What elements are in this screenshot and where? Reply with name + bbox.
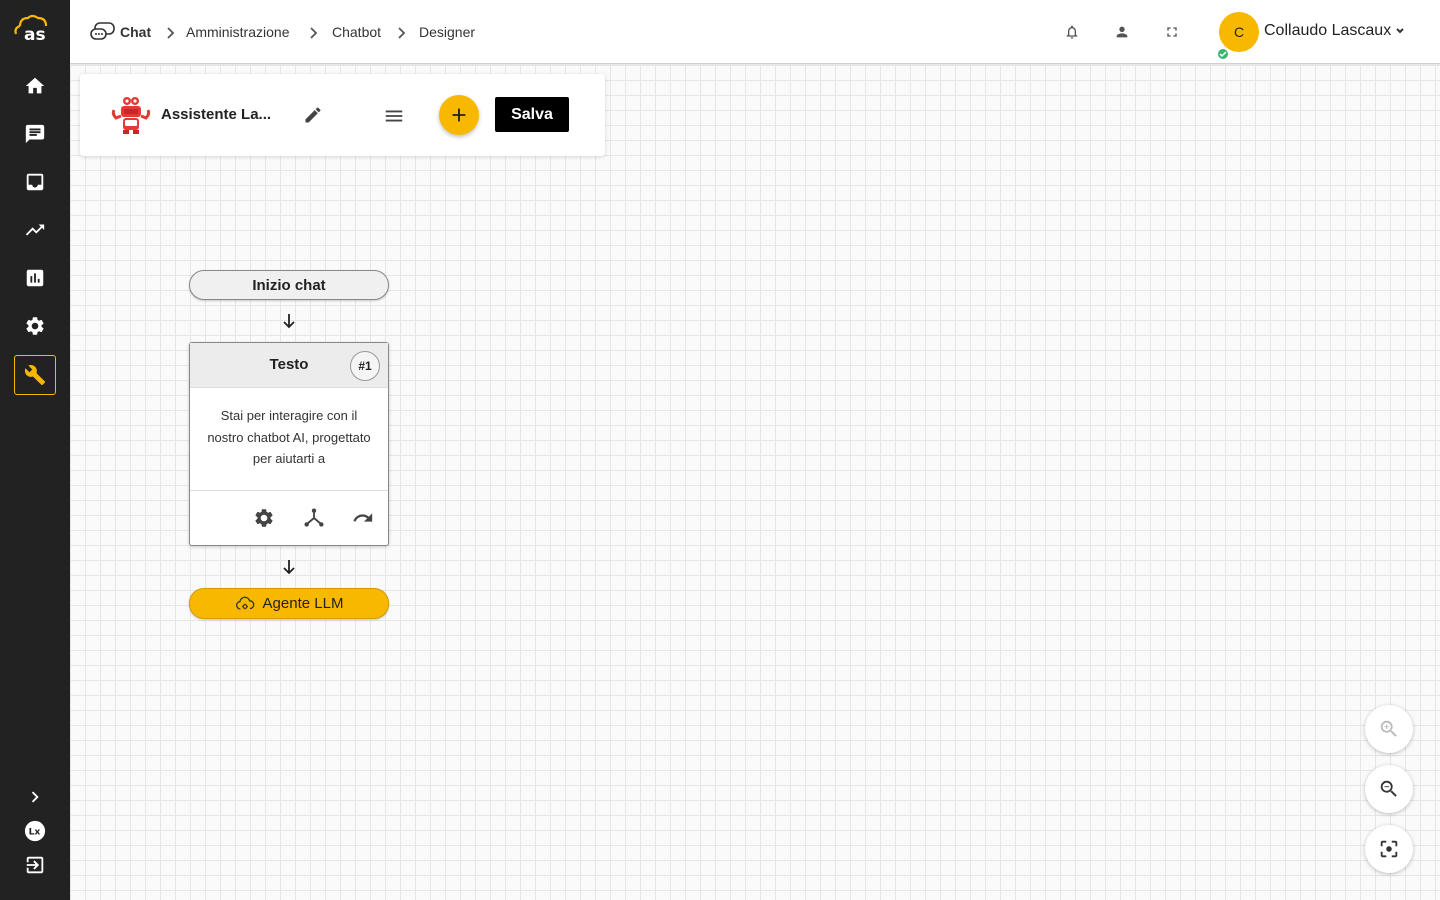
chart-icon [26,269,44,287]
pencil-icon [305,107,321,123]
add-node-button[interactable] [439,95,479,135]
breadcrumb-designer: Designer [419,24,476,40]
node-number-badge: #1 [350,351,380,381]
edit-name-button[interactable] [302,104,324,126]
profile-button[interactable] [1112,22,1132,42]
fullscreen-icon [1167,27,1177,37]
chat-icon [25,124,45,144]
save-button[interactable]: Salva [495,97,569,132]
settings-icon [26,317,44,335]
llm-agent-node[interactable]: Agente LLM [189,588,389,619]
inbox-icon [26,173,44,191]
breadcrumb-amministrazione[interactable]: Amministrazione [186,0,289,64]
hamburger-icon [385,110,403,122]
chevron-right-icon [307,25,321,39]
nav-trending[interactable] [14,210,56,250]
nav-chat[interactable] [14,114,56,154]
center-focus-icon [1380,840,1398,858]
chevron-right-icon [31,791,39,803]
menu-button[interactable] [382,104,406,128]
user-menu[interactable]: Collaudo Lascaux [1264,22,1405,40]
breadcrumb-chat[interactable]: Chat [120,0,151,64]
cloud-ai-icon [235,596,254,610]
text-node-body: Stai per interagire con il nostro chatbo… [207,408,371,466]
wrench-icon [24,365,46,386]
text-node[interactable]: Testo #1 Stai per interagire con il nost… [189,342,389,546]
logout-button[interactable] [14,845,56,885]
start-node[interactable]: Inizio chat [189,270,389,300]
check-icon [1219,51,1227,58]
plus-icon [452,108,466,122]
notifications-button[interactable] [1062,22,1082,42]
nav-inbox[interactable] [14,162,56,202]
node-branch-button[interactable] [302,506,326,530]
trending-icon [25,224,45,236]
chevron-right-icon [395,25,409,39]
designer-toolbar: Assistente La... Salva [80,74,605,156]
node-redirect-button[interactable] [351,506,375,530]
zoom-in-icon [1380,720,1397,737]
chevron-down-icon [1396,28,1404,34]
avatar[interactable]: C [1219,12,1259,52]
lx-logo-icon: Lx [24,820,46,842]
zoom-out-icon [1380,780,1397,797]
settings-icon [255,509,273,527]
sidebar: as Lx [0,0,70,900]
home-icon [25,77,45,94]
nav-settings[interactable] [14,306,56,346]
svg-text:as: as [24,25,46,44]
zoom-in-button[interactable] [1365,705,1413,753]
zoom-out-button[interactable] [1365,765,1413,813]
llm-agent-label: Agente LLM [262,595,344,612]
user-name: Collaudo Lascaux [1264,22,1392,39]
bot-name: Assistente La... [161,106,272,123]
robot-avatar-icon [111,97,151,134]
app-logo[interactable]: as [12,14,54,44]
divider [190,490,388,491]
fit-view-button[interactable] [1365,825,1413,873]
arrow-down-icon [281,312,297,330]
nav-home[interactable] [14,66,56,106]
svg-text:Lx: Lx [29,827,41,838]
fullscreen-button[interactable] [1162,22,1182,42]
redo-icon [353,513,373,522]
branch-icon [304,508,324,527]
chevron-right-icon [164,25,178,39]
node-settings-button[interactable] [252,506,276,530]
nav-reports[interactable] [14,258,56,298]
chat-module-icon [90,22,115,40]
online-status-badge [1216,47,1230,61]
logout-icon [26,856,44,874]
breadcrumb-chatbot[interactable]: Chatbot [332,0,381,64]
arrow-down-icon [281,558,297,576]
bell-icon [1066,25,1078,39]
nav-designer[interactable] [14,355,56,395]
person-icon [1116,26,1128,38]
